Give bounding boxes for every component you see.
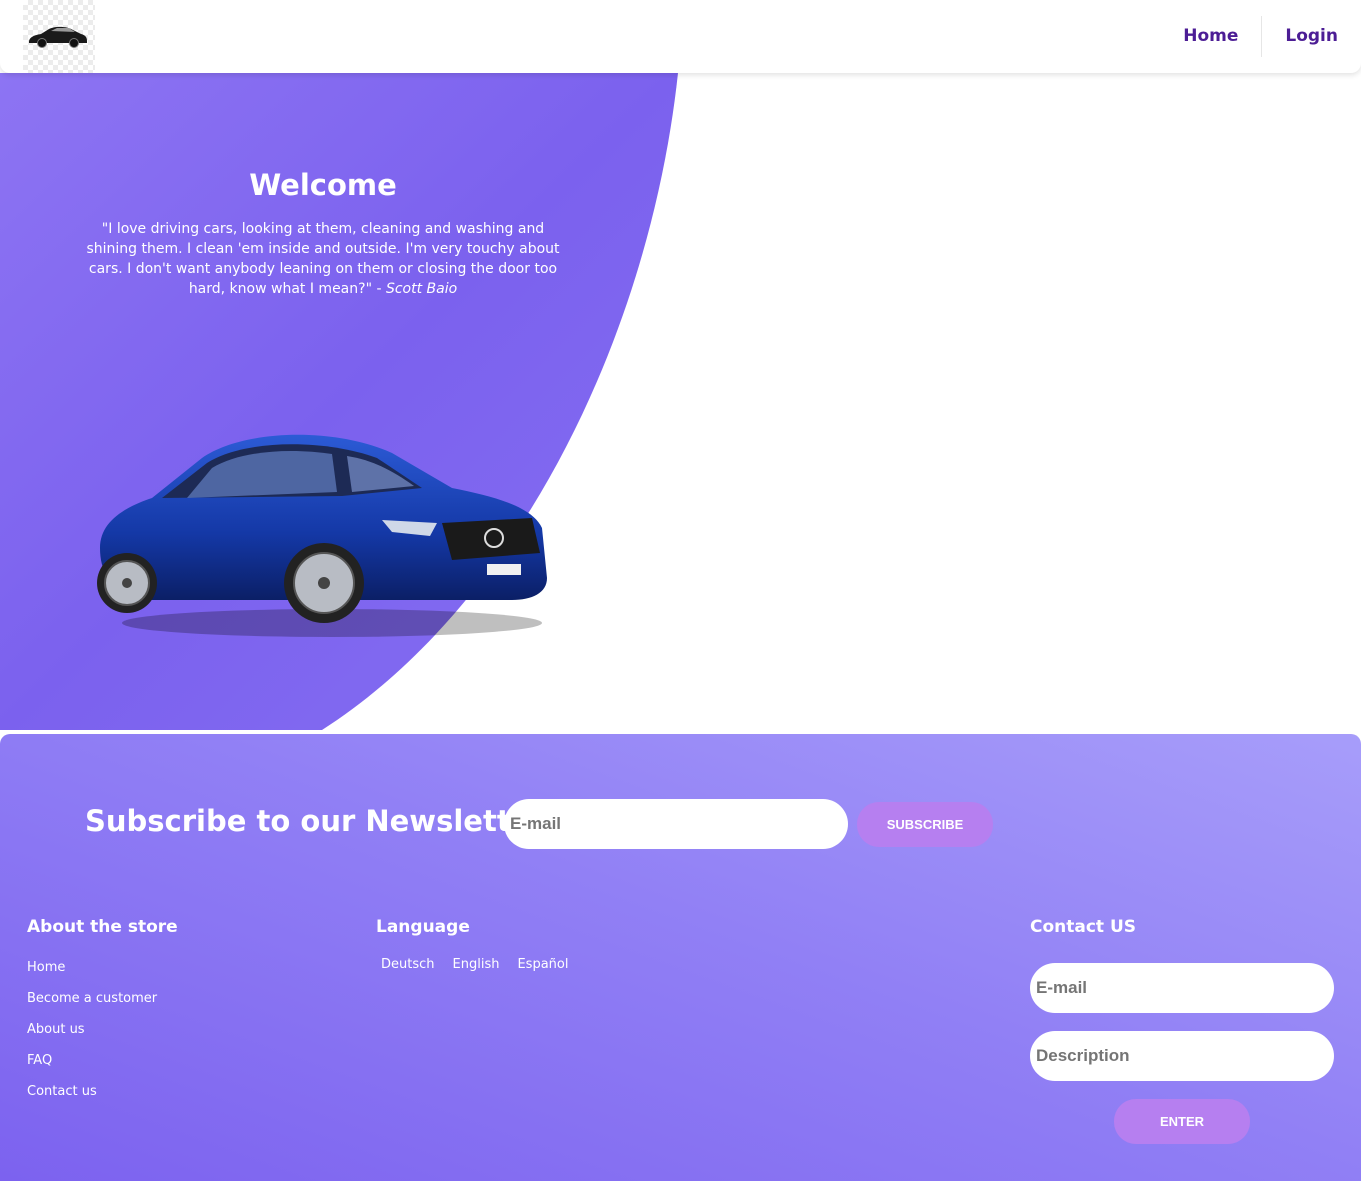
hero-quote: "I love driving cars, looking at them, c… xyxy=(78,219,568,299)
site-logo[interactable] xyxy=(23,0,95,73)
contact-title: Contact US xyxy=(1030,917,1137,937)
footer-link-about-us[interactable]: About us xyxy=(27,1021,157,1052)
footer-link-faq[interactable]: FAQ xyxy=(27,1052,157,1083)
nav-links: Home Login xyxy=(1160,16,1361,57)
quote-author: Scott Baio xyxy=(385,281,458,297)
subscribe-button[interactable]: SUBSCRIBE xyxy=(857,802,993,847)
language-deutsch[interactable]: Deutsch xyxy=(381,957,435,972)
nav-home-link[interactable]: Home xyxy=(1160,16,1261,57)
car-logo-icon xyxy=(29,26,87,48)
about-title: About the store xyxy=(27,917,178,937)
language-espanol[interactable]: Español xyxy=(517,957,568,972)
blue-coupe-car-image xyxy=(97,434,547,637)
footer-link-contact-us[interactable]: Contact us xyxy=(27,1083,157,1114)
contact-email-input[interactable] xyxy=(1030,963,1334,1013)
language-options: Deutsch English Español xyxy=(381,957,568,972)
nav-login-link[interactable]: Login xyxy=(1261,16,1361,57)
enter-button[interactable]: ENTER xyxy=(1114,1099,1250,1144)
footer: Subscribe to our Newsletter SUBSCRIBE Ab… xyxy=(0,734,1361,1181)
language-english[interactable]: English xyxy=(453,957,500,972)
hero-title: Welcome xyxy=(249,168,397,202)
quote-text: "I love driving cars, looking at them, c… xyxy=(86,221,560,297)
newsletter-email-input[interactable] xyxy=(504,799,848,849)
navbar: Home Login xyxy=(0,0,1361,73)
hero-section: Welcome "I love driving cars, looking at… xyxy=(0,73,1361,734)
language-title: Language xyxy=(376,917,470,937)
newsletter-title: Subscribe to our Newsletter xyxy=(85,804,545,838)
about-links-list: Home Become a customer About us FAQ Cont… xyxy=(27,959,157,1114)
footer-link-become-customer[interactable]: Become a customer xyxy=(27,990,157,1021)
contact-description-input[interactable] xyxy=(1030,1031,1334,1081)
footer-link-home[interactable]: Home xyxy=(27,959,157,990)
